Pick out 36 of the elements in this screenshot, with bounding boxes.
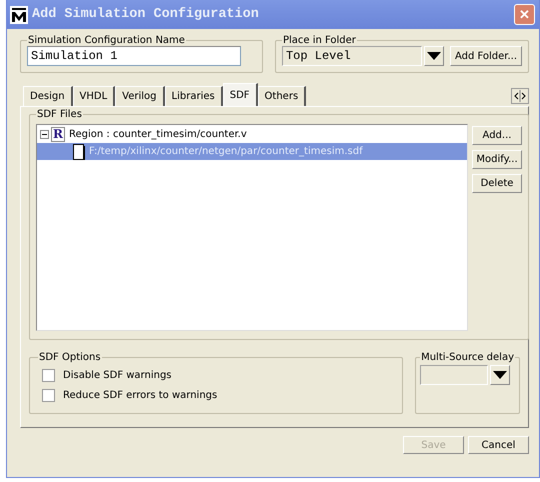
window-title: Add Simulation Configuration [32,7,260,22]
document-icon [73,144,85,160]
dropdown-button[interactable] [424,46,444,66]
name-field[interactable]: Simulation 1 [27,46,241,66]
tab[interactable]: VHDL [72,86,116,106]
tab[interactable]: Others [258,86,306,106]
app-logo-icon [10,6,28,24]
tab[interactable]: Libraries [164,86,223,106]
checkbox-label: Disable SDF warnings [63,370,172,380]
action-button[interactable]: Add... [472,126,522,145]
checkbox[interactable] [42,388,55,402]
checkbox[interactable] [42,368,55,382]
add-folder-button[interactable]: Add Folder... [450,46,522,66]
action-button[interactable]: Delete [472,174,522,193]
collapse-icon[interactable] [40,130,49,139]
tab[interactable]: Design [23,86,73,106]
tab-scroll-buttons[interactable] [511,88,529,104]
tree-label: Region : counter_timesim/counter.v [68,129,247,140]
dropdown-button[interactable] [490,365,510,385]
folder-dropdown[interactable]: Top Level [282,46,422,66]
tab[interactable]: Verilog [115,86,165,106]
region-icon: R [51,127,65,142]
tab[interactable]: SDF [222,83,258,106]
group-label: Simulation Configuration Name [27,35,186,46]
group-label: SDF Options [38,352,102,363]
footer-button[interactable]: Cancel [468,436,529,454]
checkbox-label: Reduce SDF errors to warnings [63,390,218,400]
group-label: SDF Files [36,109,83,120]
tree-item[interactable]: R Region : counter_timesim/counter.v [37,126,467,143]
tree-label: F:/temp/xilinx/counter/netgen/par/counter_timesim.sdf [89,146,363,157]
dropdown-arrow-icon [493,371,508,379]
dropdown-arrow-icon [426,52,441,60]
group-label: Place in Folder [282,35,357,46]
action-button[interactable]: Modify... [472,150,522,169]
left-right-arrows-icon [513,90,527,102]
group-label: Multi-Source delay [420,352,515,363]
